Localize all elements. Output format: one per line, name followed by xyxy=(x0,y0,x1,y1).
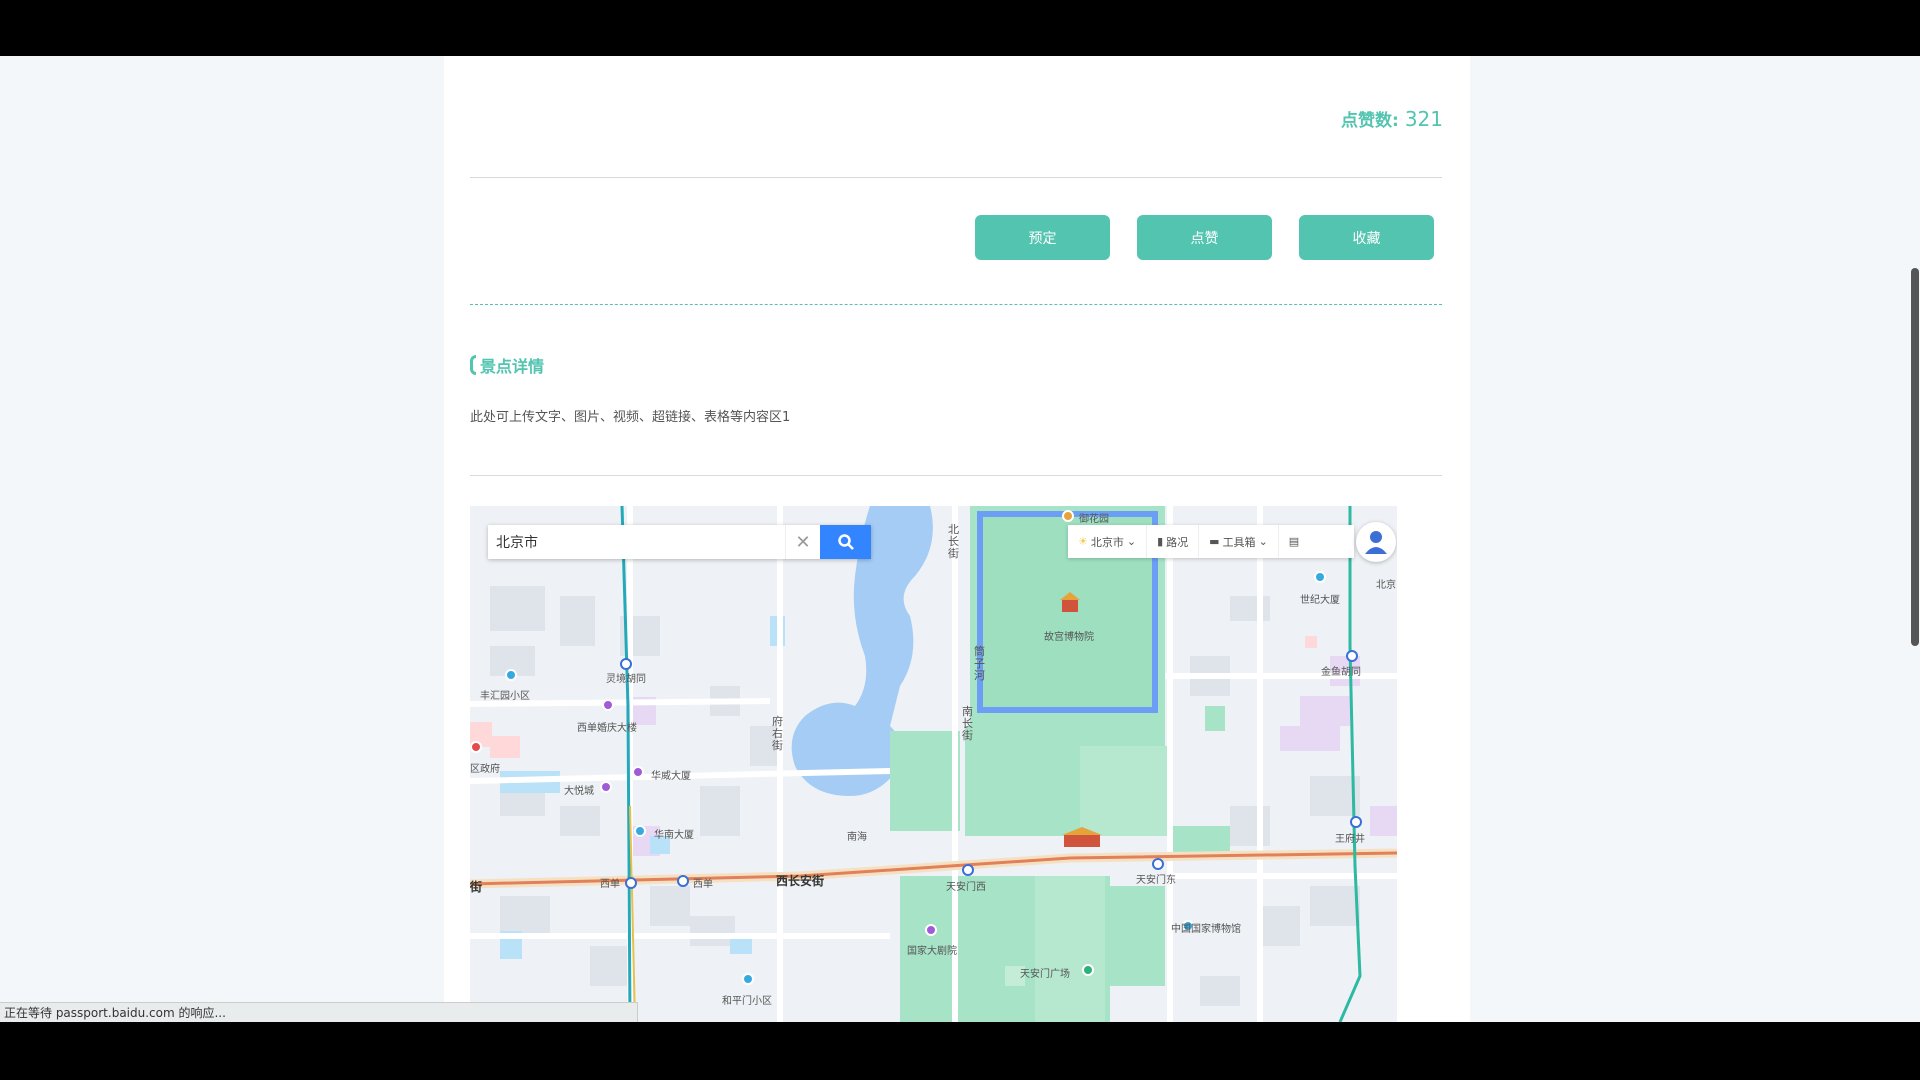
map-label: 灵境胡同 xyxy=(606,674,646,685)
like-button[interactable]: 点赞 xyxy=(1137,215,1272,260)
content-panel: 点赞数: 321 预定 点赞 收藏 景点详情 此处可上传文字、图片、视频、超链接、… xyxy=(444,56,1470,1022)
scrollbar-thumb[interactable] xyxy=(1911,268,1919,646)
map-label: 天安门东 xyxy=(1136,875,1176,886)
traffic-button[interactable]: ▮ 路况 xyxy=(1147,525,1200,558)
map-label: 西单 xyxy=(693,879,713,890)
map-search-box: ✕ xyxy=(488,525,871,559)
poi-icon[interactable] xyxy=(505,669,517,681)
map-label: 王府井 xyxy=(1335,834,1365,845)
dashed-divider xyxy=(470,304,1442,305)
divider xyxy=(470,177,1442,178)
map-road-label: 西长安街 xyxy=(776,874,825,888)
message-button[interactable]: ▤ xyxy=(1279,525,1309,558)
tools-label: 工具箱 xyxy=(1222,535,1256,549)
map-road-label: 北长街 xyxy=(948,523,959,560)
map-label: 和平门小区 xyxy=(722,996,772,1007)
traffic-light-icon: ▮ xyxy=(1157,535,1164,548)
map-label: 金鱼胡同 xyxy=(1321,667,1361,678)
map-label: 御花园 xyxy=(1079,514,1109,525)
likes-value: 321 xyxy=(1404,107,1443,131)
poi-icon[interactable] xyxy=(632,766,644,778)
divider xyxy=(470,475,1442,476)
detail-content: 此处可上传文字、图片、视频、超链接、表格等内容区1 xyxy=(470,410,791,425)
user-avatar-button[interactable] xyxy=(1356,522,1396,562)
map-label: 北京 xyxy=(1376,580,1396,591)
poi-icon[interactable] xyxy=(600,781,612,793)
map-road-label: 筒子河 xyxy=(974,645,985,682)
map-label: 故宫博物院 xyxy=(1044,632,1094,643)
city-selector[interactable]: ☀ 北京市 ⌄ xyxy=(1068,525,1148,558)
likes-count: 点赞数: 321 xyxy=(1341,106,1443,131)
city-label: 北京市 xyxy=(1090,535,1124,549)
map-label: 华南大厦 xyxy=(654,830,694,841)
section-title: 景点详情 xyxy=(470,354,544,376)
map-toolbar: ☀ 北京市 ⌄ ▮ 路况 ▬ 工具箱 ⌄ ▤ xyxy=(1068,525,1354,558)
map-label: 天安门西 xyxy=(946,882,986,893)
map-widget[interactable]: 御花园 故宫博物院 世纪大厦 北京 金鱼胡同 灵境胡同 丰汇园小区 西单婚庆大楼… xyxy=(470,506,1397,1022)
bracket-icon xyxy=(470,355,476,375)
close-icon[interactable]: ✕ xyxy=(785,525,820,559)
search-icon xyxy=(837,534,854,550)
poi-icon[interactable] xyxy=(1082,964,1094,976)
toolbox-icon: ▬ xyxy=(1209,535,1220,548)
chevron-down-icon: ⌄ xyxy=(1258,535,1268,548)
map-road-label: 府右街 xyxy=(772,715,783,752)
map-label: 中国国家博物馆 xyxy=(1171,924,1241,935)
map-label: 西单婚庆大楼 xyxy=(577,723,637,734)
browser-viewport: 点赞数: 321 预定 点赞 收藏 景点详情 此处可上传文字、图片、视频、超链接、… xyxy=(0,56,1920,1022)
poi-icon[interactable] xyxy=(1062,510,1074,522)
poi-icon[interactable] xyxy=(742,973,754,985)
page-scrollbar[interactable] xyxy=(1910,56,1920,1022)
traffic-label: 路况 xyxy=(1166,535,1189,549)
map-label: 华威大厦 xyxy=(651,771,691,782)
map-label: 南海 xyxy=(847,832,867,843)
likes-label: 点赞数: xyxy=(1341,111,1399,131)
user-icon xyxy=(1365,531,1387,554)
search-button[interactable] xyxy=(820,525,871,559)
tools-button[interactable]: ▬ 工具箱 ⌄ xyxy=(1199,525,1279,558)
status-bar: 正在等待 passport.baidu.com 的响应... xyxy=(0,1002,638,1022)
map-label: 丰汇园小区 xyxy=(480,691,530,702)
chevron-down-icon: ⌄ xyxy=(1126,535,1137,548)
map-label: 区政府 xyxy=(470,764,500,775)
map-label: 西单 xyxy=(600,879,620,890)
favorite-button[interactable]: 收藏 xyxy=(1299,215,1434,260)
message-icon: ▤ xyxy=(1288,535,1300,548)
map-label: 大悦城 xyxy=(564,786,594,797)
poi-icon[interactable] xyxy=(602,699,614,711)
map-label: 世纪大厦 xyxy=(1300,595,1340,606)
section-title-text: 景点详情 xyxy=(480,357,545,376)
poi-icon[interactable] xyxy=(634,825,646,837)
poi-icon[interactable] xyxy=(470,741,482,753)
poi-icon[interactable] xyxy=(925,924,937,936)
book-button[interactable]: 预定 xyxy=(975,215,1110,260)
map-road-label: 街 xyxy=(470,880,483,894)
map-label: 天安门广场 xyxy=(1020,969,1070,980)
map-search-input[interactable] xyxy=(488,525,785,559)
map-label: 国家大剧院 xyxy=(907,946,957,957)
map-road-label: 南长街 xyxy=(962,705,973,742)
sun-icon: ☀ xyxy=(1078,535,1088,548)
poi-icon[interactable] xyxy=(1314,571,1326,583)
